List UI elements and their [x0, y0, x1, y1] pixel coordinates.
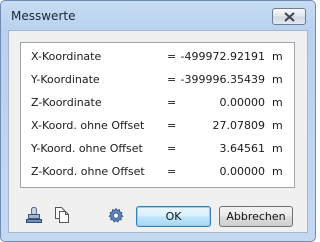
measurement-unit: m	[272, 165, 283, 178]
equals-sign: =	[167, 50, 177, 63]
close-button[interactable]	[272, 8, 306, 25]
window-title: Messwerte	[11, 9, 76, 23]
measurement-label: Z-Koord. ohne Offset	[31, 165, 145, 178]
equals-sign: =	[167, 142, 177, 155]
measurement-row: Y-Koord. ohne Offset = 3.64561 m	[21, 138, 294, 160]
close-icon	[284, 12, 295, 22]
measurement-label: Y-Koord. ohne Offset	[31, 142, 143, 155]
measurement-unit: m	[272, 96, 283, 109]
equals-sign: =	[167, 119, 177, 132]
stamp-icon[interactable]	[25, 206, 43, 224]
gear-icon[interactable]	[107, 207, 125, 225]
measurement-row: X-Koord. ohne Offset = 27.07809 m	[21, 115, 294, 137]
ok-button[interactable]: OK	[136, 206, 211, 227]
measurement-value: -499972.92191	[180, 50, 265, 63]
dialog-client: X-Koordinate = -499972.92191 m Y-Koordin…	[8, 30, 308, 233]
measurement-unit: m	[272, 142, 283, 155]
measurement-label: Z-Koordinate	[31, 96, 102, 109]
measurement-panel: X-Koordinate = -499972.92191 m Y-Koordin…	[20, 42, 295, 188]
cancel-button[interactable]: Abbrechen	[219, 206, 293, 227]
measurement-value: 27.07809	[212, 119, 266, 132]
equals-sign: =	[167, 96, 177, 109]
measurement-label: X-Koordinate	[31, 50, 102, 63]
title-bar[interactable]: Messwerte	[1, 1, 315, 30]
measurement-unit: m	[272, 50, 283, 63]
measurement-row: Y-Koordinate = -399996.35439 m	[21, 69, 294, 91]
measurement-value: 0.00000	[219, 165, 266, 178]
measurement-value: -399996.35439	[180, 73, 265, 86]
equals-sign: =	[167, 165, 177, 178]
dialog-window: Messwerte X-Koordinate = -499972.92191 m…	[0, 0, 316, 242]
measurement-unit: m	[272, 119, 283, 132]
measurement-row: Z-Koord. ohne Offset = 0.00000 m	[21, 161, 294, 183]
measurement-row: X-Koordinate = -499972.92191 m	[21, 46, 294, 68]
measurement-unit: m	[272, 73, 283, 86]
measurement-row: Z-Koordinate = 0.00000 m	[21, 92, 294, 114]
measurement-label: Y-Koordinate	[31, 73, 100, 86]
measurement-label: X-Koord. ohne Offset	[31, 119, 145, 132]
copy-icon[interactable]	[54, 206, 70, 224]
equals-sign: =	[167, 73, 177, 86]
measurement-value: 3.64561	[219, 142, 266, 155]
measurement-value: 0.00000	[219, 96, 266, 109]
